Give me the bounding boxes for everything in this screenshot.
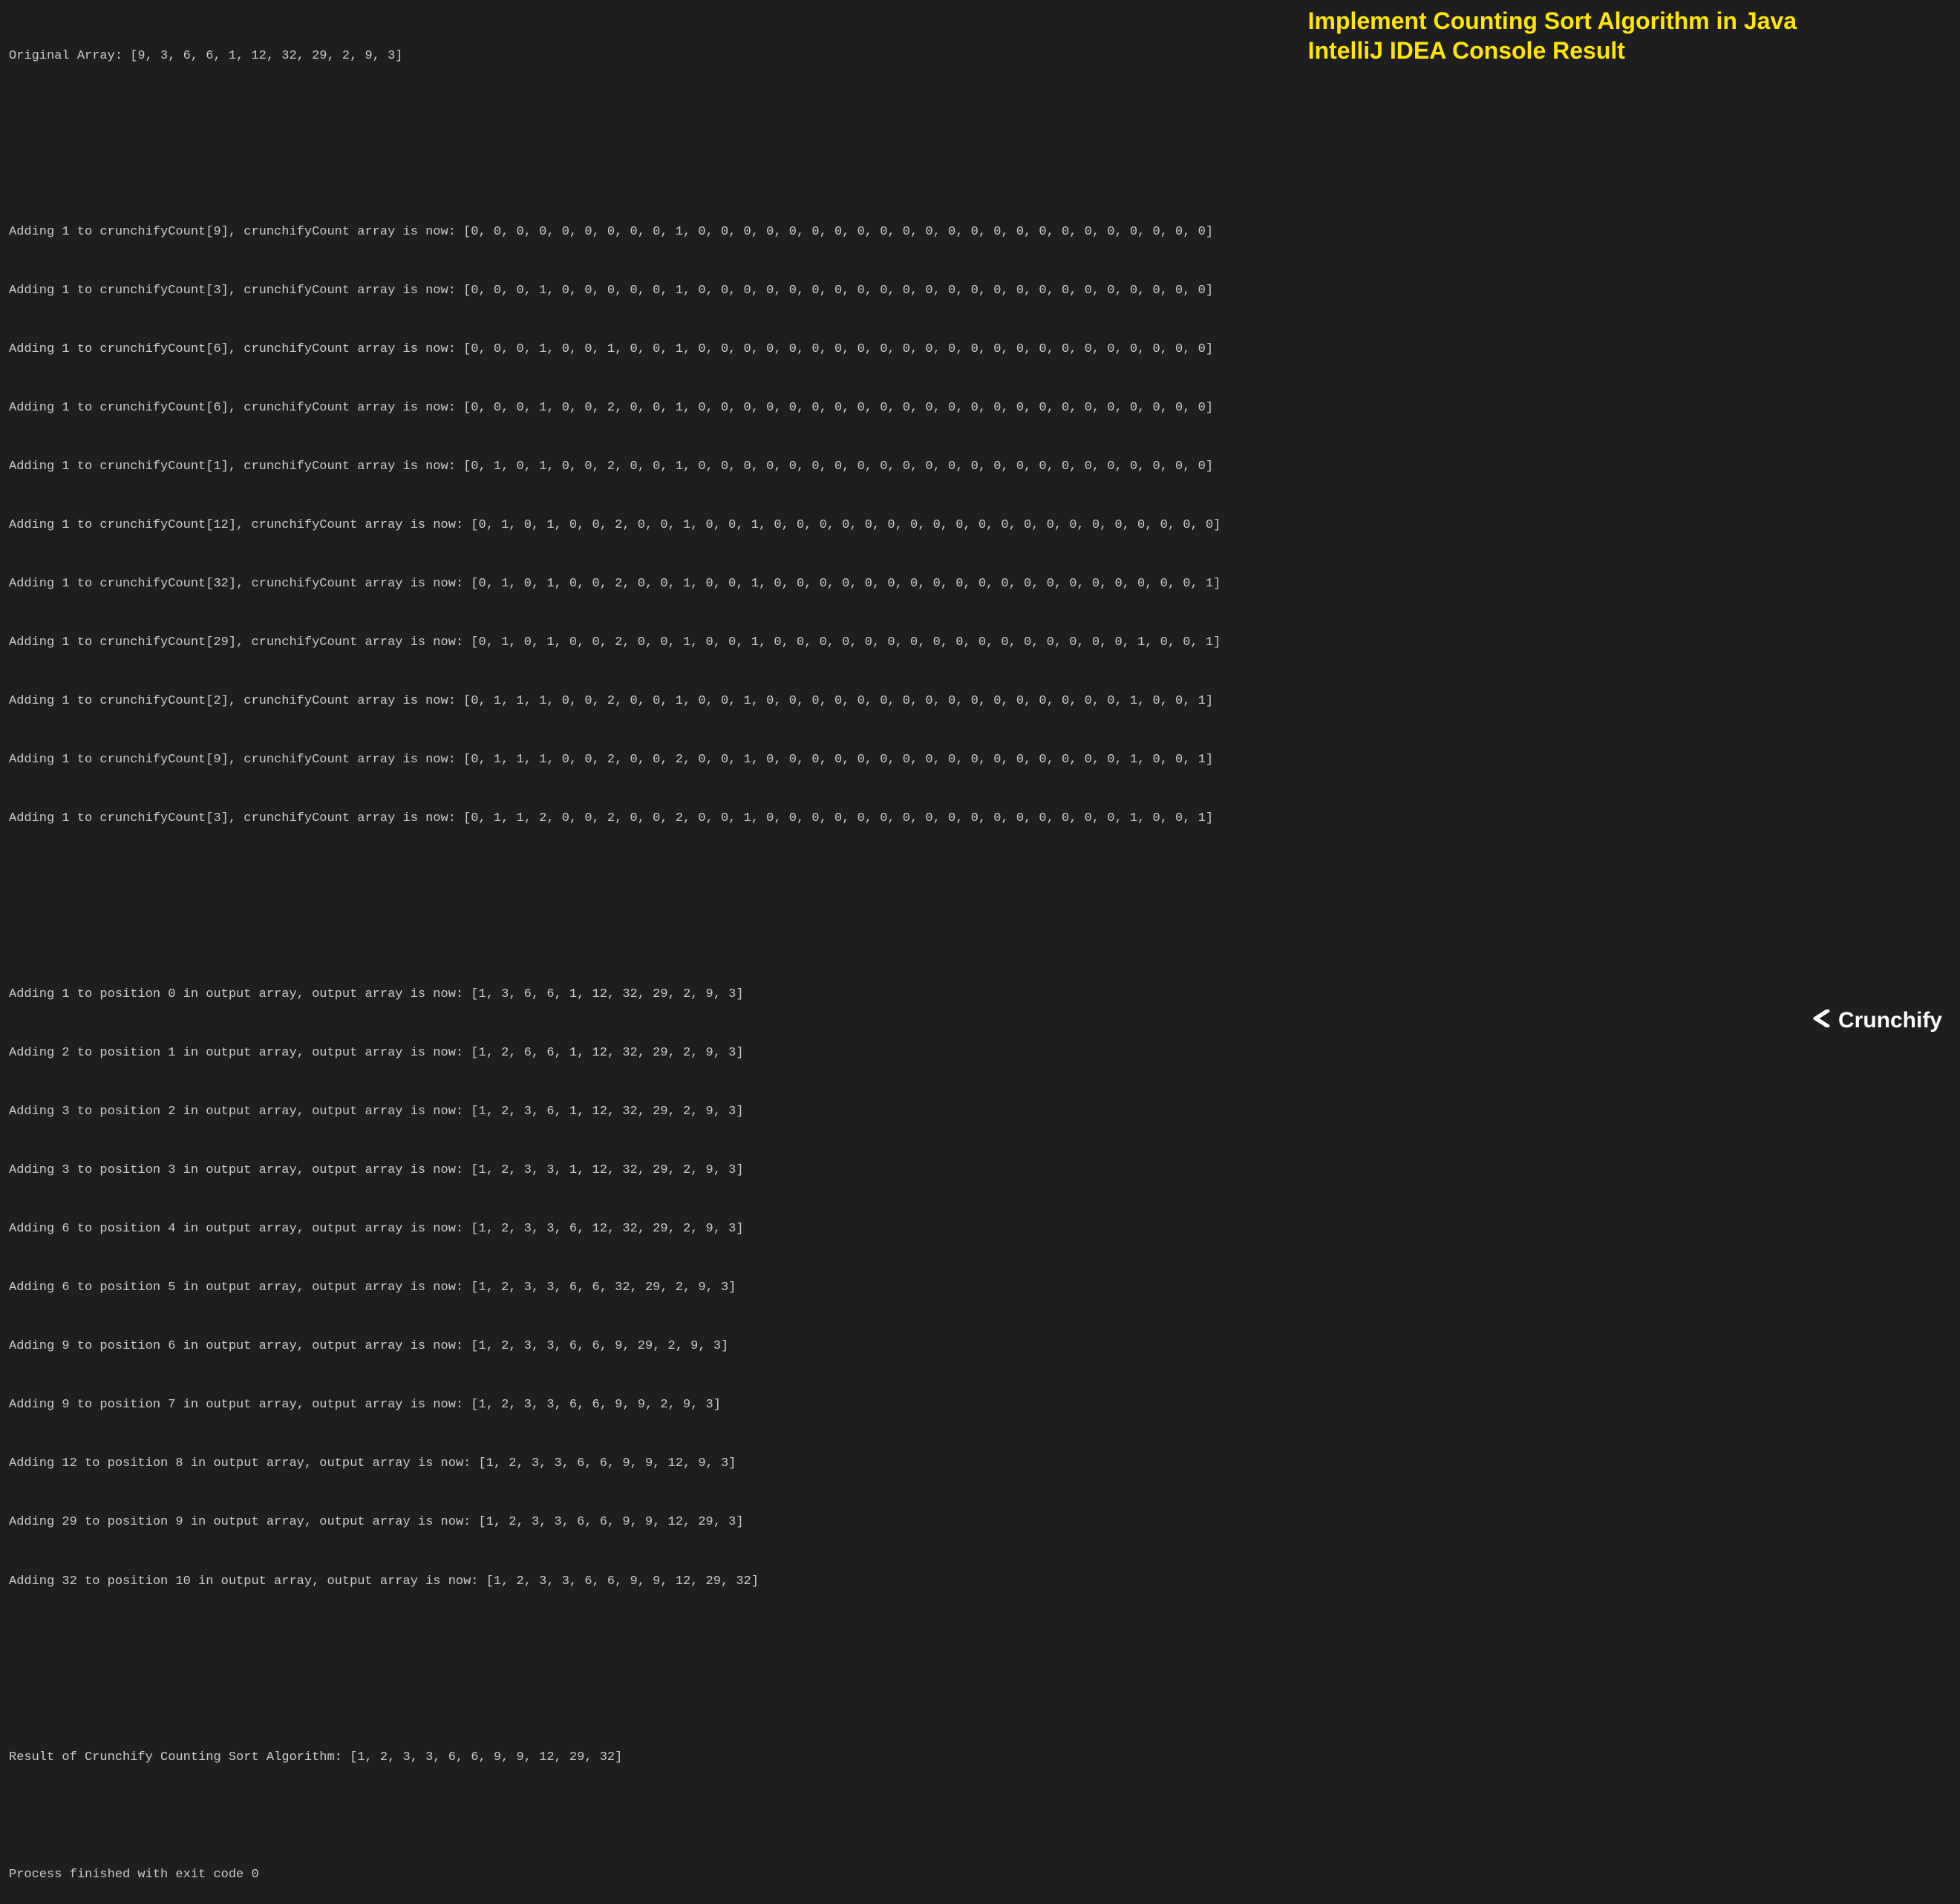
footer-brand-text: Crunchify	[1838, 1004, 1942, 1038]
count-step-line: Adding 1 to crunchifyCount[2], crunchify…	[9, 692, 1951, 711]
count-step-line: Adding 1 to crunchifyCount[9], crunchify…	[9, 223, 1951, 242]
title-line-1: Implement Counting Sort Algorithm in Jav…	[1308, 6, 1797, 36]
output-step-line: Adding 3 to position 3 in output array, …	[9, 1161, 1951, 1180]
footer-logo: Crunchify	[1813, 1004, 1942, 1038]
output-step-line: Adding 29 to position 9 in output array,…	[9, 1513, 1951, 1532]
output-step-line: Adding 12 to position 8 in output array,…	[9, 1454, 1951, 1473]
result-line: Result of Crunchify Counting Sort Algori…	[9, 1748, 1951, 1767]
output-step-line: Adding 32 to position 10 in output array…	[9, 1572, 1951, 1591]
blank-line	[9, 1807, 1951, 1826]
title-line-2: IntelliJ IDEA Console Result	[1308, 36, 1797, 65]
exit-code-line: Process finished with exit code 0	[9, 1865, 1951, 1885]
count-step-line: Adding 1 to crunchifyCount[9], crunchify…	[9, 750, 1951, 770]
count-step-line: Adding 1 to crunchifyCount[1], crunchify…	[9, 457, 1951, 477]
count-step-line: Adding 1 to crunchifyCount[12], crunchif…	[9, 516, 1951, 535]
blank-line	[9, 164, 1951, 183]
output-step-line: Adding 6 to position 4 in output array, …	[9, 1220, 1951, 1239]
count-step-line: Adding 1 to crunchifyCount[32], crunchif…	[9, 575, 1951, 594]
blank-line	[9, 1689, 1951, 1709]
count-step-line: Adding 1 to crunchifyCount[29], crunchif…	[9, 633, 1951, 652]
count-step-line: Adding 1 to crunchifyCount[6], crunchify…	[9, 340, 1951, 359]
crunchify-chevron-icon	[1810, 1004, 1837, 1036]
blank-line	[9, 1631, 1951, 1650]
count-step-line: Adding 1 to crunchifyCount[6], crunchify…	[9, 399, 1951, 418]
blank-line	[9, 926, 1951, 946]
count-step-line: Adding 1 to crunchifyCount[3], crunchify…	[9, 809, 1951, 828]
blank-line	[9, 868, 1951, 887]
blank-line	[9, 105, 1951, 125]
output-step-line: Adding 2 to position 1 in output array, …	[9, 1044, 1951, 1063]
console-output: Original Array: [9, 3, 6, 6, 1, 12, 32, …	[9, 7, 1951, 1904]
title-overlay: Implement Counting Sort Algorithm in Jav…	[1308, 6, 1797, 65]
output-step-line: Adding 1 to position 0 in output array, …	[9, 985, 1951, 1004]
output-step-line: Adding 6 to position 5 in output array, …	[9, 1278, 1951, 1298]
output-step-line: Adding 3 to position 2 in output array, …	[9, 1102, 1951, 1122]
output-step-line: Adding 9 to position 7 in output array, …	[9, 1396, 1951, 1415]
count-step-line: Adding 1 to crunchifyCount[3], crunchify…	[9, 281, 1951, 301]
output-step-line: Adding 9 to position 6 in output array, …	[9, 1337, 1951, 1356]
